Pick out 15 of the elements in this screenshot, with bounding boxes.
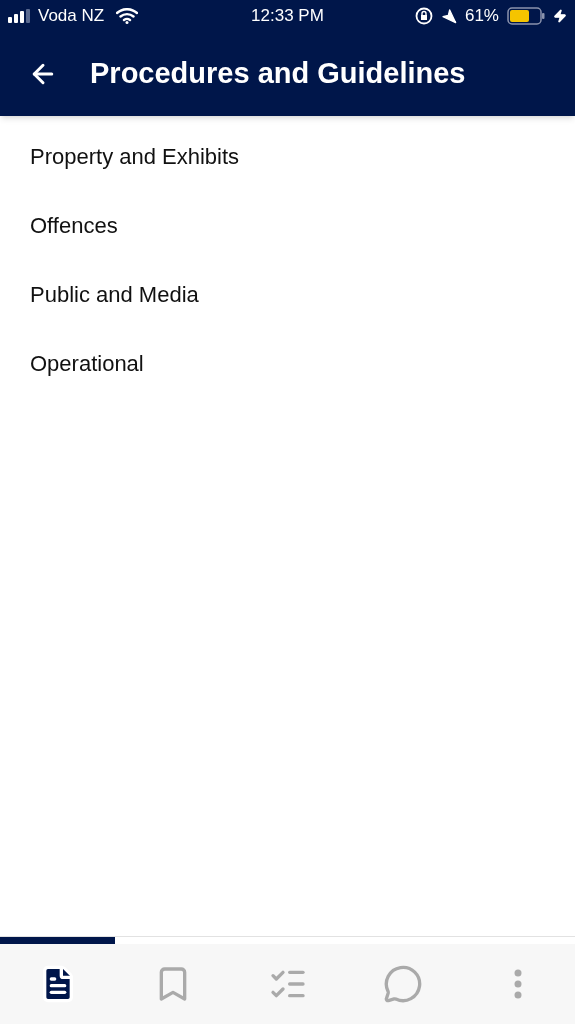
list-item[interactable]: Property and Exhibits (30, 122, 575, 191)
page-title: Procedures and Guidelines (90, 56, 466, 92)
more-icon (513, 969, 522, 999)
location-icon (440, 8, 457, 24)
wifi-icon (116, 8, 139, 24)
chat-icon (382, 964, 423, 1004)
battery-percent: 61% (464, 5, 499, 28)
list-item[interactable]: Offences (30, 191, 575, 260)
list-item[interactable]: Operational (30, 329, 575, 398)
charging-icon (553, 9, 567, 23)
list-item[interactable]: Public and Media (30, 260, 575, 329)
clock-time: 12:33 PM (250, 5, 325, 28)
battery-icon (507, 7, 545, 25)
carrier-name: Voda NZ (38, 5, 105, 28)
rotation-lock-icon (414, 7, 433, 25)
